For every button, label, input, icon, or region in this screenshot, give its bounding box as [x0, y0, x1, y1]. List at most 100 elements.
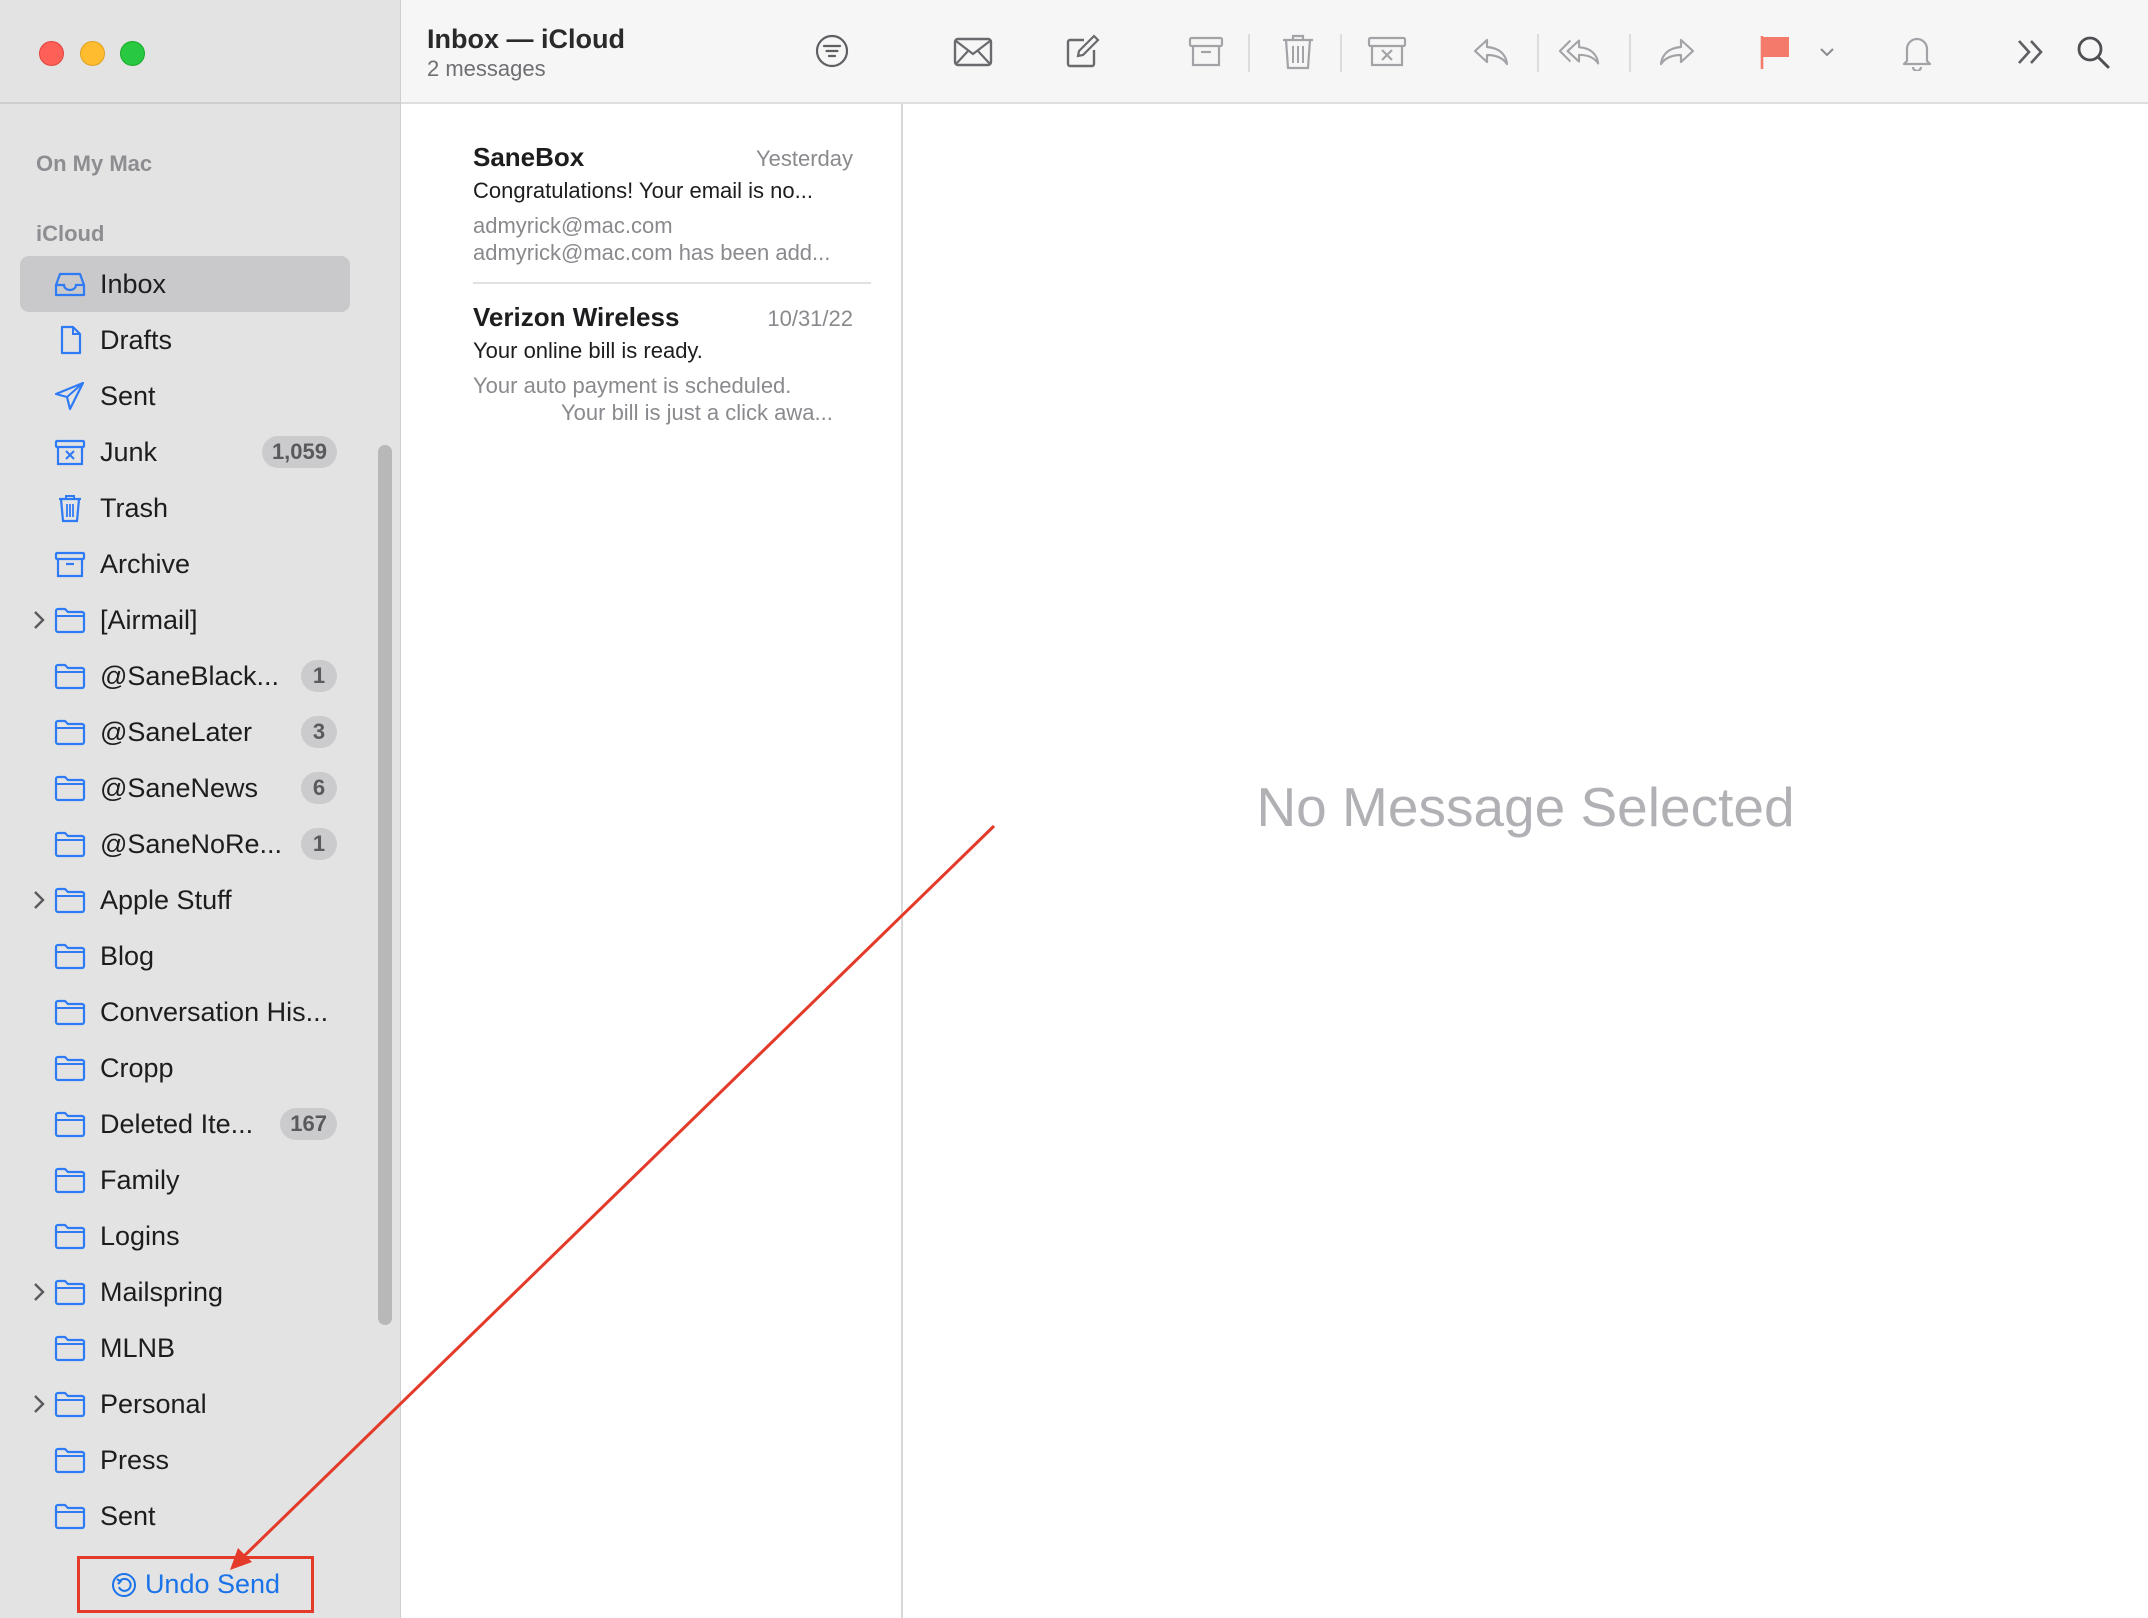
sidebar-item-label: Logins: [100, 1221, 180, 1251]
toolbar: [903, 0, 2148, 104]
mute-button[interactable]: [1895, 30, 1939, 74]
sidebar-item-label: Mailspring: [100, 1277, 224, 1307]
get-mail-button[interactable]: [951, 30, 995, 74]
reply-button[interactable]: [1469, 30, 1513, 74]
message-subject: Congratulations! Your email is no...: [473, 178, 813, 203]
zoom-window-button[interactable]: [120, 41, 145, 66]
archive-icon: [1188, 36, 1224, 67]
document-icon: [53, 325, 87, 355]
undo-send-label: Undo Send: [144, 1569, 281, 1599]
sidebar-item-label: MLNB: [100, 1333, 176, 1363]
compose-icon: [1066, 34, 1100, 68]
folder-icon: [53, 1221, 87, 1251]
sidebar-item-archive[interactable]: Archive: [20, 536, 350, 592]
no-message-selected-text: No Message Selected: [1256, 776, 1795, 838]
sidebar-item-label: Deleted Ite...: [100, 1109, 254, 1139]
sidebar-item-sent[interactable]: Sent: [20, 1488, 350, 1544]
message-preview-line-2: Your bill is just a click awa...: [561, 400, 833, 425]
sidebar-item-label: Blog: [100, 941, 155, 971]
disclosure-chevron-icon[interactable]: [29, 1393, 49, 1415]
minimize-window-button[interactable]: [80, 41, 105, 66]
sidebar-item-personal[interactable]: Personal: [20, 1376, 350, 1432]
section-header-on-my-mac[interactable]: On My Mac: [36, 151, 152, 177]
reply-icon: [1473, 38, 1509, 66]
sidebar-item-sent[interactable]: Sent: [20, 368, 350, 424]
flag-menu-chevron-icon: [1820, 48, 1834, 57]
section-header-icloud[interactable]: iCloud: [36, 221, 104, 247]
delete-button[interactable]: [1276, 30, 1320, 74]
sidebar-item-press[interactable]: Press: [20, 1432, 350, 1488]
junk-icon: [1367, 36, 1407, 67]
filter-icon: [815, 34, 849, 68]
sidebar-item-label: Sent: [100, 1501, 156, 1531]
folder-icon: [53, 997, 87, 1027]
compose-button[interactable]: [1060, 30, 1104, 74]
sidebar-item-saneblack[interactable]: @SaneBlack... 1: [20, 648, 350, 704]
forward-icon: [1659, 38, 1695, 66]
mute-bell-icon: [1902, 37, 1932, 71]
junk-button[interactable]: [1365, 30, 1409, 74]
sidebar-item-apple-stuff[interactable]: Apple Stuff: [20, 872, 350, 928]
sidebar-item-sanelater[interactable]: @SaneLater 3: [20, 704, 350, 760]
sidebar-item-label: @SaneNoRe...: [100, 829, 282, 859]
reply-all-button[interactable]: [1558, 30, 1602, 74]
disclosure-chevron-icon[interactable]: [29, 889, 49, 911]
message-date: Yesterday: [755, 146, 853, 171]
sidebar-item-family[interactable]: Family: [20, 1152, 350, 1208]
sidebar-item-drafts[interactable]: Drafts: [20, 312, 350, 368]
sidebar-item-logins[interactable]: Logins: [20, 1208, 350, 1264]
sidebar-item-label: Press: [100, 1445, 170, 1475]
inbox-icon: [53, 269, 87, 299]
mailbox-title: Inbox — iCloud: [427, 24, 625, 54]
flag-menu-button[interactable]: [1812, 30, 1842, 74]
more-toolbar-button[interactable]: [2009, 30, 2053, 74]
sidebar-item-cropp[interactable]: Cropp: [20, 1040, 350, 1096]
sidebar-item-label: Conversation His...: [100, 997, 329, 1027]
forward-button[interactable]: [1655, 30, 1699, 74]
unread-count-badge: 167: [280, 1108, 337, 1140]
unread-count-badge: 1: [301, 828, 337, 860]
reply-all-icon: [1558, 39, 1600, 65]
sidebar-item-deleted-ite[interactable]: Deleted Ite... 167: [20, 1096, 350, 1152]
toolbar-separator: [1537, 34, 1539, 72]
sidebar-item-label: Personal: [100, 1389, 207, 1419]
disclosure-chevron-icon[interactable]: [29, 1281, 49, 1303]
undo-send-button[interactable]: Undo Send: [77, 1556, 314, 1613]
sidebar-item-sanenews[interactable]: @SaneNews 6: [20, 760, 350, 816]
sidebar-item-label: @SaneNews: [100, 773, 258, 803]
unread-count-badge: 3: [301, 716, 337, 748]
folder-icon: [53, 773, 87, 803]
unread-count-badge: 1: [301, 660, 337, 692]
sidebar-item-label: Inbox: [100, 269, 167, 299]
folder-icon: [53, 717, 87, 747]
mailbox-list: Inbox Drafts Sent Junk 1,059 Trash Archive [Air…: [0, 256, 370, 1544]
message-row[interactable]: Verizon Wireless 10/31/22 Your online bi…: [473, 302, 871, 442]
sidebar-item-junk[interactable]: Junk 1,059: [20, 424, 350, 480]
sidebar-item-blog[interactable]: Blog: [20, 928, 350, 984]
message-row[interactable]: SaneBox Yesterday Congratulations! Your …: [473, 142, 871, 282]
disclosure-chevron-icon[interactable]: [29, 609, 49, 631]
sidebar-item-airmail[interactable]: [Airmail]: [20, 592, 350, 648]
folder-icon: [53, 1445, 87, 1475]
sidebar-item-inbox[interactable]: Inbox: [20, 256, 350, 312]
search-button[interactable]: [2071, 30, 2115, 74]
archive-button[interactable]: [1184, 30, 1228, 74]
filter-button[interactable]: [814, 33, 850, 69]
flag-button[interactable]: [1753, 30, 1797, 74]
close-window-button[interactable]: [39, 41, 64, 66]
message-list-header: Inbox — iCloud 2 messages: [401, 0, 903, 104]
sidebar-item-sanenore[interactable]: @SaneNoRe... 1: [20, 816, 350, 872]
sidebar-item-mailspring[interactable]: Mailspring: [20, 1264, 350, 1320]
message-preview-line-1: admyrick@mac.com: [473, 213, 673, 238]
message-divider: [473, 282, 871, 284]
sidebar-item-trash[interactable]: Trash: [20, 480, 350, 536]
sidebar-item-mlnb[interactable]: MLNB: [20, 1320, 350, 1376]
sidebar-item-conversation-his[interactable]: Conversation His...: [20, 984, 350, 1040]
folder-icon: [53, 1333, 87, 1363]
undo-circle-icon: [111, 1572, 136, 1597]
toolbar-separator: [1629, 34, 1631, 72]
sidebar-item-label: @SaneBlack...: [100, 661, 279, 691]
search-icon: [2077, 36, 2110, 69]
sidebar-item-label: Trash: [100, 493, 169, 523]
sidebar-scrollbar[interactable]: [378, 445, 392, 1325]
